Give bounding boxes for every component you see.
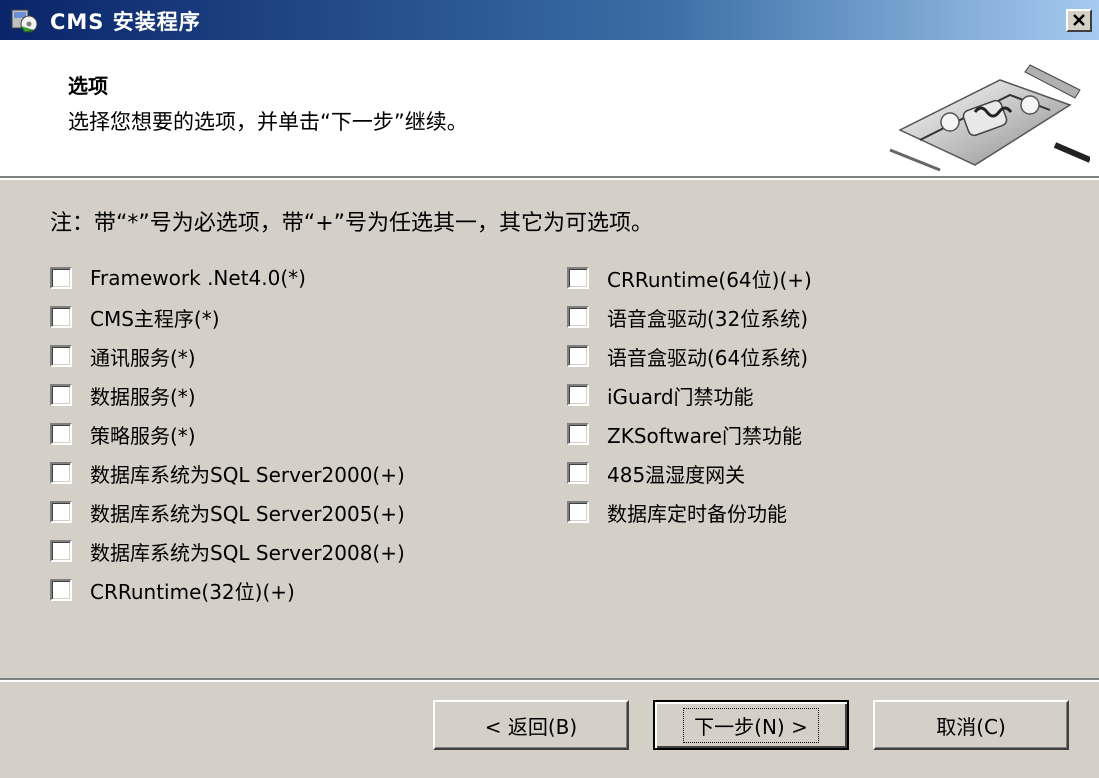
checkbox[interactable] (50, 423, 72, 445)
page-title: 选项 (68, 74, 108, 98)
option-label: 策略服务(*) (90, 423, 196, 448)
window-title: CMS 安装程序 (50, 10, 201, 34)
option-data-service[interactable]: 数据服务(*) (50, 380, 196, 410)
option-crruntime-64[interactable]: CRRuntime(64位)(+) (567, 263, 812, 293)
option-label: 数据库系统为SQL Server2000(+) (90, 462, 405, 487)
option-voice-box-64[interactable]: 语音盒驱动(64位系统) (567, 341, 808, 371)
option-label: CRRuntime(32位)(+) (90, 579, 295, 604)
installer-dialog: CMS 安装程序 选项 选择您想要的选项，并单击“下一步”继续。 注：带“*”号… (0, 0, 1099, 778)
option-db-scheduled-backup[interactable]: 数据库定时备份功能 (567, 497, 787, 527)
checkbox[interactable] (50, 462, 72, 484)
cancel-button[interactable]: 取消(C) (873, 700, 1069, 750)
close-button[interactable] (1066, 9, 1092, 32)
option-label: CRRuntime(64位)(+) (607, 267, 812, 292)
title-bar[interactable]: CMS 安装程序 (0, 0, 1099, 40)
checkbox[interactable] (567, 345, 589, 367)
option-voice-box-32[interactable]: 语音盒驱动(32位系统) (567, 302, 808, 332)
checkbox[interactable] (50, 501, 72, 523)
checkbox[interactable] (50, 540, 72, 562)
option-framework-net40[interactable]: Framework .Net4.0(*) (50, 263, 306, 293)
next-button[interactable]: 下一步(N) > (653, 700, 849, 750)
checkbox[interactable] (567, 462, 589, 484)
checkbox[interactable] (567, 423, 589, 445)
checkbox[interactable] (50, 267, 72, 289)
checkbox[interactable] (567, 384, 589, 406)
option-label: 通讯服务(*) (90, 345, 196, 370)
option-label: 485温湿度网关 (607, 462, 746, 487)
option-label: 语音盒驱动(64位系统) (607, 345, 809, 370)
checkbox[interactable] (50, 384, 72, 406)
close-icon (1073, 14, 1085, 26)
header-panel: 选项 选择您想要的选项，并单击“下一步”继续。 (0, 40, 1099, 180)
option-policy-service[interactable]: 策略服务(*) (50, 419, 196, 449)
note-text: 注：带“*”号为必选项，带“+”号为任选其一，其它为可选项。 (50, 211, 654, 236)
option-crruntime-32[interactable]: CRRuntime(32位)(+) (50, 575, 295, 605)
option-label: 语音盒驱动(32位系统) (607, 306, 809, 331)
checkbox[interactable] (50, 579, 72, 601)
gears-graphic (889, 64, 1090, 172)
option-label: 数据库系统为SQL Server2005(+) (90, 501, 405, 526)
option-label: 数据库定时备份功能 (607, 501, 787, 526)
option-label: 数据库系统为SQL Server2008(+) (90, 540, 405, 565)
option-zksoftware-access[interactable]: ZKSoftware门禁功能 (567, 419, 802, 449)
option-label: CMS主程序(*) (90, 306, 220, 331)
page-subtitle: 选择您想要的选项，并单击“下一步”继续。 (68, 110, 468, 134)
checkbox[interactable] (50, 306, 72, 328)
option-label: 数据服务(*) (90, 384, 196, 409)
option-label: Framework .Net4.0(*) (90, 266, 306, 290)
option-485-humidity-gateway[interactable]: 485温湿度网关 (567, 458, 745, 488)
option-iguard-access[interactable]: iGuard门禁功能 (567, 380, 754, 410)
option-comm-service[interactable]: 通讯服务(*) (50, 341, 196, 371)
option-cms-main[interactable]: CMS主程序(*) (50, 302, 220, 332)
option-label: iGuard门禁功能 (607, 384, 754, 409)
checkbox[interactable] (50, 345, 72, 367)
footer-separator (0, 678, 1099, 682)
installer-icon (10, 6, 38, 34)
option-sql-server-2008[interactable]: 数据库系统为SQL Server2008(+) (50, 536, 405, 566)
checkbox[interactable] (567, 501, 589, 523)
back-button[interactable]: < 返回(B) (433, 700, 629, 750)
checkbox[interactable] (567, 306, 589, 328)
next-button-label: 下一步(N) > (683, 707, 819, 743)
option-sql-server-2000[interactable]: 数据库系统为SQL Server2000(+) (50, 458, 405, 488)
option-label: ZKSoftware门禁功能 (607, 423, 802, 448)
option-sql-server-2005[interactable]: 数据库系统为SQL Server2005(+) (50, 497, 405, 527)
checkbox[interactable] (567, 267, 589, 289)
